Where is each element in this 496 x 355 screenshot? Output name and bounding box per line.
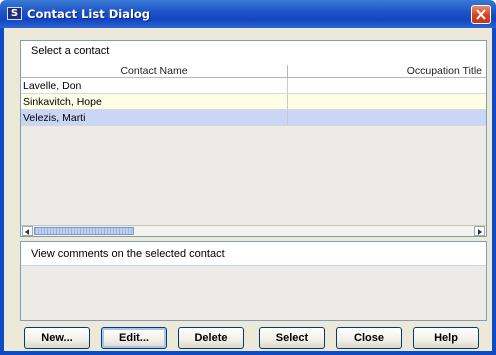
arrow-left-icon — [25, 229, 29, 235]
app-icon: S — [7, 7, 22, 20]
new-button[interactable]: New... — [24, 327, 90, 349]
contact-list-dialog: S Contact List Dialog Select a contact C… — [0, 0, 496, 355]
column-header-occupation-title[interactable]: Occupation Title — [288, 65, 486, 77]
edit-button[interactable]: Edit... — [101, 327, 167, 349]
table-row[interactable]: Lavelle, Don — [21, 78, 486, 94]
comments-panel: View comments on the selected contact — [20, 241, 487, 321]
close-icon — [476, 9, 486, 20]
arrow-right-icon — [478, 229, 482, 235]
scrollbar-thumb[interactable] — [34, 227, 134, 235]
close-button[interactable]: Close — [336, 327, 402, 349]
contact-name-cell: Velezis, Marti — [23, 112, 86, 124]
panel-header-label: Select a contact — [31, 45, 110, 57]
comments-header: View comments on the selected contact — [21, 242, 486, 266]
title-bar[interactable]: S Contact List Dialog — [0, 0, 496, 28]
delete-button[interactable]: Delete — [178, 327, 244, 349]
column-header-contact-name[interactable]: Contact Name — [21, 65, 288, 77]
scroll-left-button[interactable] — [22, 226, 33, 236]
column-divider — [287, 110, 288, 125]
horizontal-scrollbar[interactable] — [21, 225, 486, 236]
panel-header: Select a contact — [21, 41, 486, 60]
close-window-button[interactable] — [471, 5, 491, 24]
table-row[interactable]: Sinkavitch, Hope — [21, 94, 486, 110]
comments-header-label: View comments on the selected contact — [31, 248, 225, 260]
button-bar: New... Edit... Delete Select Close Help — [0, 327, 496, 351]
help-button[interactable]: Help — [413, 327, 479, 349]
column-divider — [287, 78, 288, 93]
contact-name-cell: Lavelle, Don — [23, 80, 82, 92]
contact-name-cell: Sinkavitch, Hope — [23, 96, 102, 108]
select-button[interactable]: Select — [259, 327, 325, 349]
contact-table: Contact Name Occupation Title Lavelle, D… — [21, 65, 486, 225]
scroll-right-button[interactable] — [474, 226, 485, 236]
column-divider — [287, 94, 288, 109]
contact-select-panel: Select a contact Contact Name Occupation… — [20, 40, 487, 237]
table-header: Contact Name Occupation Title — [21, 65, 486, 78]
window-title: Contact List Dialog — [27, 7, 151, 21]
table-row-selected[interactable]: Velezis, Marti — [21, 110, 486, 126]
